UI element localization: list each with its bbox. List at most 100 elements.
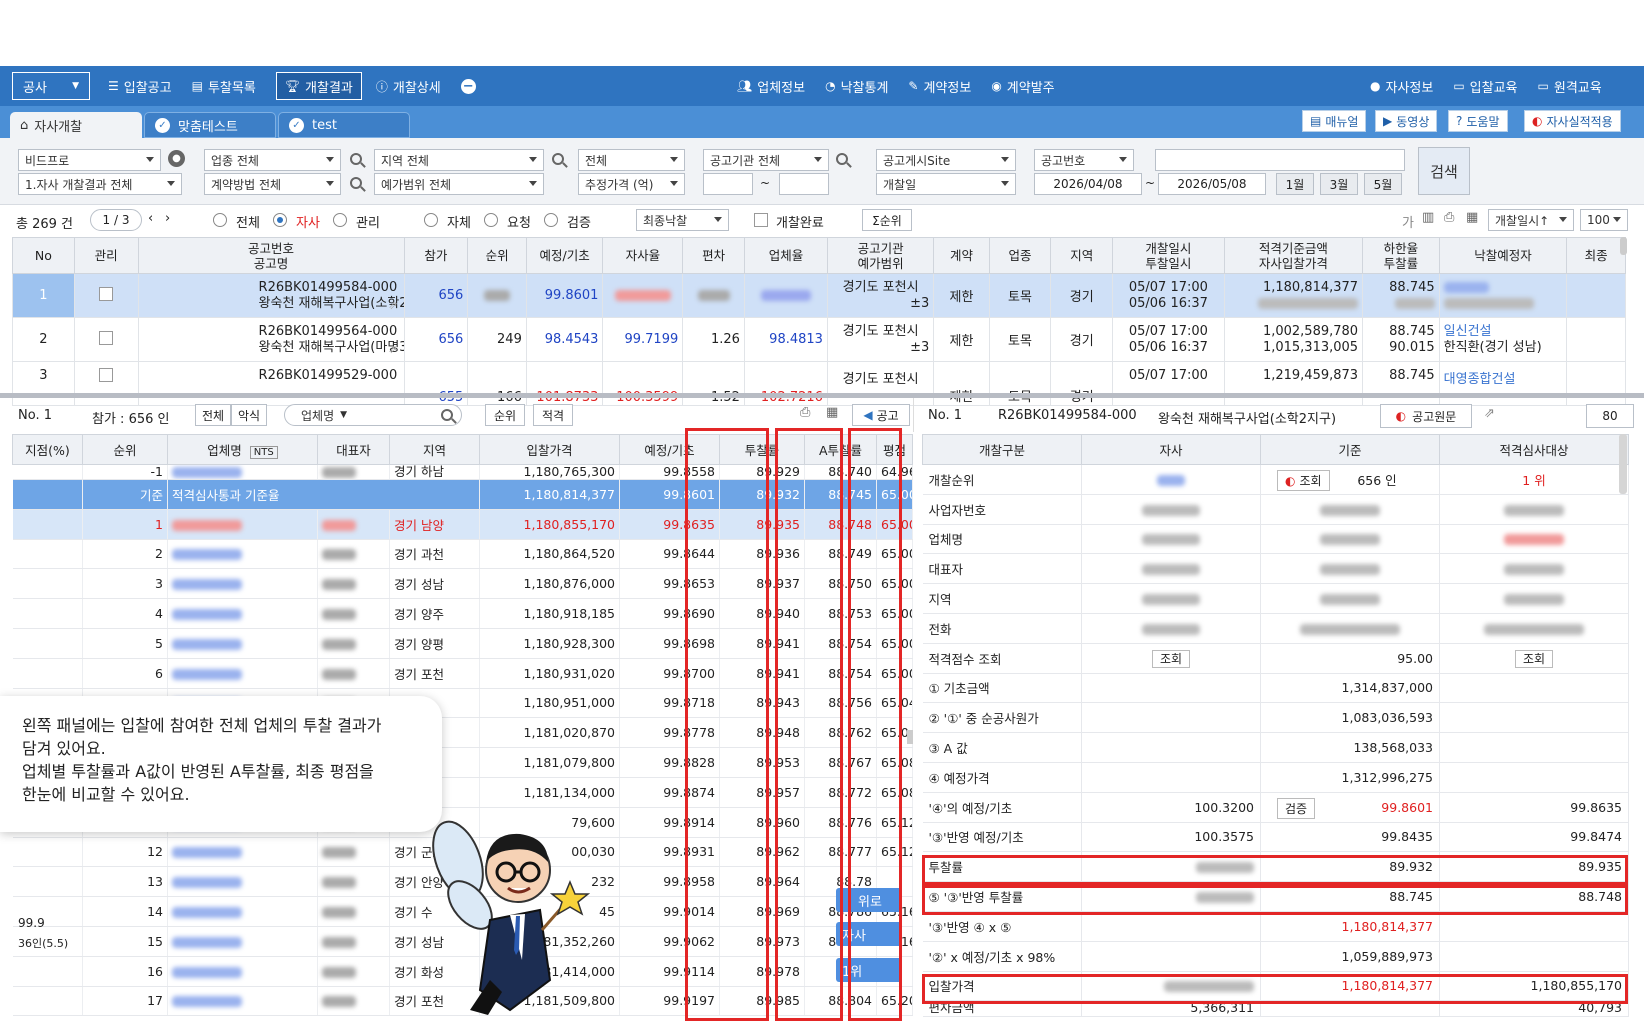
column-header[interactable]: 대표자 [317,434,390,465]
scrollbar[interactable] [907,730,913,744]
nav-bid-edu[interactable]: ▭ 입찰교육 [1453,77,1517,96]
price-max-input[interactable] [779,173,829,195]
verify-button[interactable]: 검증 [1277,797,1316,819]
column-header[interactable]: No [12,237,75,274]
column-header[interactable]: 업종 [988,237,1052,274]
nav-open-result[interactable]: 🏆︎ 개찰결과 [275,72,362,100]
all-button[interactable]: 전체 [195,404,231,426]
open-done-checkbox[interactable] [754,213,768,227]
column-header[interactable]: 순위 [82,434,168,465]
tab-own-open[interactable]: ⌂ 자사개찰 [10,112,142,138]
notice-no-select[interactable]: 공고번호 [1034,149,1134,171]
print-icon[interactable]: ⎙ [1444,210,1454,225]
column-header[interactable]: 적격기준금액 자사입찰가격 [1223,237,1364,274]
estimated-price-select[interactable]: 추정가격 (억) [578,173,685,195]
column-header[interactable]: 계약 [933,237,990,274]
radio-manage[interactable] [333,213,347,227]
notice-name[interactable]: 왕숙천 재해복구사업(마명3지구) [259,340,403,356]
winner-blurred[interactable] [1443,281,1489,293]
radio-verify[interactable] [544,213,558,227]
search-icon[interactable] [350,177,362,189]
score-lookup-button[interactable]: 조회 [1514,649,1554,668]
qualify-button[interactable]: 적격 [533,404,573,426]
scrollbar[interactable] [1619,434,1627,494]
notice-site-select[interactable]: 공고게시Site [876,149,1016,171]
winner-name[interactable]: 일신건설 [1444,324,1563,340]
nav-remote-edu[interactable]: ▭ 원격교육 [1538,77,1602,96]
search-icon[interactable] [552,153,564,165]
column-header[interactable]: 개찰일시 투찰일시 [1112,237,1225,274]
row-checkbox[interactable] [99,286,114,301]
firm-search-input[interactable]: 업체명 ▼ [284,404,462,426]
column-header[interactable]: 지점(%) [12,434,83,465]
original-notice-button[interactable]: ◐ 공고원문 [1380,404,1472,428]
column-header[interactable]: 지역 [1050,237,1114,274]
lookup-button[interactable]: ◐ 조회 [1277,470,1330,491]
row-checkbox[interactable] [99,368,114,382]
nav-contract-order[interactable]: ◉ 계약발주 [991,77,1054,96]
column-header[interactable]: 업체율 [743,237,828,274]
print-icon[interactable]: ⎙ [800,405,810,420]
nav-bid-notice[interactable]: ☰ 입찰공고 [108,77,172,96]
page-size-select[interactable]: 100 [1580,209,1628,231]
nav-contract-info[interactable]: ✎ 계약정보 [908,77,971,96]
nav-own-info[interactable]: ● 자사정보 [1370,77,1433,96]
manual-button[interactable]: ▤ 매뉴얼 [1302,110,1367,132]
nav-company-info[interactable]: 👥︎ 업체정보 [737,77,805,96]
nts-badge[interactable]: NTS [249,446,278,459]
score-lookup-button[interactable]: 조회 [1151,649,1191,668]
start-date-input[interactable]: 2026/04/08 [1034,173,1142,195]
radio-all[interactable] [213,213,227,227]
external-link-icon[interactable]: ⇗ [1484,406,1495,421]
final-award-select[interactable]: 최종낙찰 [636,209,729,231]
agency-select[interactable]: 공고기관 전체 [703,149,829,171]
table-row[interactable]: 2 R26BK01499564-000왕숙천 재해복구사업(마명3지구)⇗ 65… [12,317,1626,362]
radio-own[interactable] [273,213,287,227]
column-header[interactable]: 최종 [1566,237,1626,274]
column-header[interactable]: 편차 [682,237,745,274]
category-select[interactable]: 공사 ▼ [12,72,90,100]
external-link-icon[interactable]: ⇗ [388,342,397,358]
abbrev-button[interactable]: 악식 [231,404,267,426]
three-month-button[interactable]: 3월 [1320,173,1358,195]
search-icon[interactable] [836,153,848,165]
type-select[interactable]: 전체 [578,149,685,171]
page-size-input[interactable]: 80 [1586,404,1634,428]
industry-select[interactable]: 업종 전체 [204,149,341,171]
page-indicator[interactable]: 1 / 3 [90,209,142,231]
table-row[interactable]: 1 R26BK01499584-000왕숙천 재해복구사업(소학2지구)⇗ 65… [12,273,1626,318]
tab-test[interactable]: ✓ test [278,112,410,138]
nav-award-stats[interactable]: ◔ 낙찰통계 [825,77,888,96]
column-header[interactable]: 예정/기초 [525,237,604,274]
prev-page-icon[interactable]: ‹ [148,211,153,226]
nav-open-detail[interactable]: ⓘ 개찰상세 [376,77,441,96]
sigma-rank-button[interactable]: Σ순위 [862,209,912,231]
apply-record-button[interactable]: ◐ 자사실적적용 [1524,110,1621,132]
site-select[interactable]: 비드프로 [18,149,161,171]
tab-custom-test[interactable]: ✓ 맞춤테스트 [144,112,276,138]
nav-bid-list[interactable]: ▤ 투찰목록 [192,77,256,96]
notice-no-input[interactable] [1155,149,1405,171]
column-header[interactable]: 공고번호 공고명 [137,237,405,274]
radio-request[interactable] [484,213,498,227]
help-button[interactable]: ? 도움말 [1448,110,1508,132]
price-range-select[interactable]: 예가범위 전체 [374,173,544,195]
search-button[interactable]: 검색 [1418,147,1470,195]
column-header[interactable]: 관리 [73,237,139,274]
result-type-select[interactable]: 1.자사 개찰결과 전체 [18,173,182,195]
column-header[interactable]: 공고기관 예가범위 [826,237,935,274]
column-header[interactable]: 업체명 NTS [167,434,318,465]
column-header[interactable]: 낙찰예정자 [1438,237,1568,274]
excel-icon[interactable]: ▦ [826,405,838,420]
notice-button[interactable]: ◀ 공고 [852,404,910,426]
external-link-icon[interactable]: ⇗ [388,298,397,314]
radio-self[interactable] [424,213,438,227]
date-type-select[interactable]: 개찰일 [876,173,1016,195]
chart-icon[interactable]: ▥ [1422,210,1434,225]
search-icon[interactable] [441,409,453,421]
notice-number[interactable]: R26BK01499584-000 [259,280,400,296]
scrollbar[interactable] [1620,237,1627,255]
notice-name[interactable]: 왕숙천 재해복구사업(소학2지구) [259,296,403,312]
video-button[interactable]: ▶ 동영상 [1375,110,1438,132]
excel-icon[interactable]: ▦ [1466,210,1478,225]
